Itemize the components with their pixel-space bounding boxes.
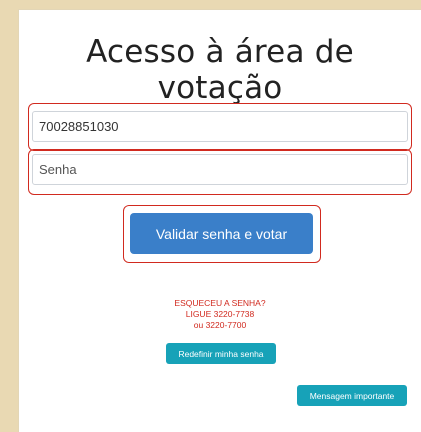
password-input[interactable] [32,154,408,185]
forgot-heading: ESQUECEU A SENHA? [174,298,266,308]
forgot-password-info: ESQUECEU A SENHA? LIGUE 3220-7738 ou 322… [19,298,421,331]
reset-password-button[interactable]: Redefinir minha senha [166,343,276,364]
forgot-phone-2: ou 3220-7700 [193,320,247,330]
validate-and-vote-button[interactable]: Validar senha e votar [130,213,313,254]
cpf-input[interactable] [32,111,408,142]
login-card: Acesso à área de votação Validar senha e… [19,10,421,432]
important-message-button[interactable]: Mensagem importante [297,385,407,406]
page-title: Acesso à área de votação [86,34,354,106]
forgot-phone-1: LIGUE 3220-7738 [185,309,255,319]
